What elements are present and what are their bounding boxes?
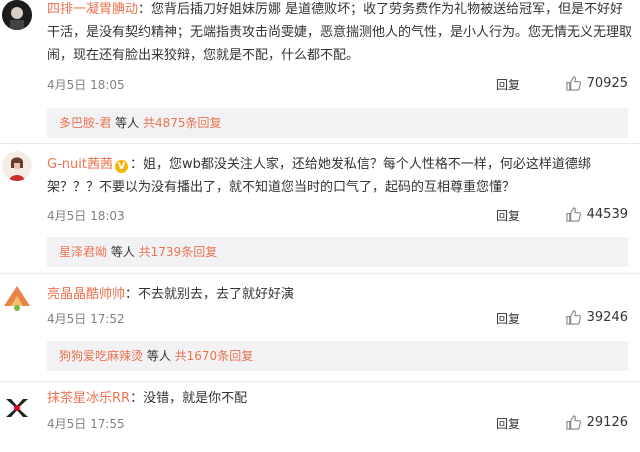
comment-content: ：姐，您wb都没关注人家，还给她发私信？每个人性格不一样，何必这样道德绑架？？？…	[47, 157, 591, 195]
avatar[interactable]	[2, 282, 32, 312]
comment-time: 4月5日 18:05	[47, 78, 125, 92]
like-button[interactable]: 44539	[566, 207, 628, 222]
thumb-up-icon	[566, 76, 581, 91]
sub-reply-text: 等人	[111, 116, 143, 130]
like-count: 39246	[586, 310, 628, 325]
reply-button[interactable]: 回复	[496, 310, 520, 327]
comment-item: 抹茶星冰乐RR：没错，就是你不配 4月5日 17:55 回复 29126	[0, 381, 640, 452]
comment-content: ：不去就别去，去了就好好演	[125, 287, 295, 302]
avatar[interactable]	[2, 393, 32, 423]
like-button[interactable]: 70925	[566, 76, 628, 91]
like-button[interactable]: 39246	[566, 310, 628, 325]
comment-meta: 4月5日 18:03 回复 44539	[47, 207, 628, 227]
sub-reply-more[interactable]: 共1739条回复	[139, 245, 218, 259]
comment-username[interactable]: 抹茶星冰乐RR	[47, 391, 130, 406]
like-count: 29126	[586, 415, 628, 430]
reply-button[interactable]: 回复	[496, 415, 520, 432]
reply-button[interactable]: 回复	[496, 207, 520, 224]
comment-item: 四排一凝胃腆动：您背后插刀好姐妹厉娜 是道德败坏；收了劳务费作为礼物被送给冠军，…	[0, 0, 640, 143]
comment-time: 4月5日 18:03	[47, 209, 125, 223]
comment-username[interactable]: 亮晶晶酷帅帅	[47, 287, 125, 302]
comment-meta: 4月5日 17:55 回复 29126	[47, 415, 628, 435]
comment-text: 四排一凝胃腆动：您背后插刀好姐妹厉娜 是道德败坏；收了劳务费作为礼物被送给冠军，…	[47, 0, 632, 67]
like-count: 70925	[586, 76, 628, 91]
comment-username[interactable]: 四排一凝胃腆动	[47, 2, 138, 17]
comment-time: 4月5日 17:52	[47, 312, 125, 326]
verified-icon: V	[114, 160, 128, 173]
thumb-up-icon	[566, 310, 581, 325]
sub-reply-more[interactable]: 共1670条回复	[175, 349, 254, 363]
avatar[interactable]	[2, 151, 32, 181]
like-button[interactable]: 29126	[566, 415, 628, 430]
thumb-up-icon	[566, 207, 581, 222]
sub-reply-user[interactable]: 狗狗爱吃麻辣烫	[59, 349, 143, 363]
sub-replies[interactable]: 星泽君呦 等人 共1739条回复	[47, 237, 628, 267]
thumb-up-icon	[566, 415, 581, 430]
reply-button[interactable]: 回复	[496, 76, 520, 93]
sub-reply-user[interactable]: 星泽君呦	[59, 245, 107, 259]
comment-meta: 4月5日 17:52 回复 39246	[47, 310, 628, 330]
comment-text: 亮晶晶酷帅帅：不去就别去，去了就好好演	[47, 283, 632, 306]
like-count: 44539	[586, 207, 628, 222]
comment-content: ：没错，就是你不配	[130, 391, 248, 406]
comment-time: 4月5日 17:55	[47, 417, 125, 431]
comment-username[interactable]: G-nuit茜茜	[47, 157, 113, 172]
sub-reply-text: 等人	[107, 245, 139, 259]
sub-reply-text: 等人	[143, 349, 175, 363]
sub-replies[interactable]: 狗狗爱吃麻辣烫 等人 共1670条回复	[47, 341, 628, 371]
comment-text: G-nuit茜茜 V ：姐，您wb都没关注人家，还给她发私信？每个人性格不一样，何必…	[47, 153, 632, 199]
comment-meta: 4月5日 18:05 回复 70925	[47, 76, 628, 96]
sub-reply-user[interactable]: 多巴胺-君	[59, 116, 111, 130]
comment-item: G-nuit茜茜 V ：姐，您wb都没关注人家，还给她发私信？每个人性格不一样，何必…	[0, 143, 640, 273]
sub-replies[interactable]: 多巴胺-君 等人 共4875条回复	[47, 108, 628, 138]
comment-text: 抹茶星冰乐RR：没错，就是你不配	[47, 387, 632, 410]
comment-item: 亮晶晶酷帅帅：不去就别去，去了就好好演 4月5日 17:52 回复 39246 …	[0, 273, 640, 381]
avatar[interactable]	[2, 0, 32, 30]
sub-reply-more[interactable]: 共4875条回复	[143, 116, 222, 130]
